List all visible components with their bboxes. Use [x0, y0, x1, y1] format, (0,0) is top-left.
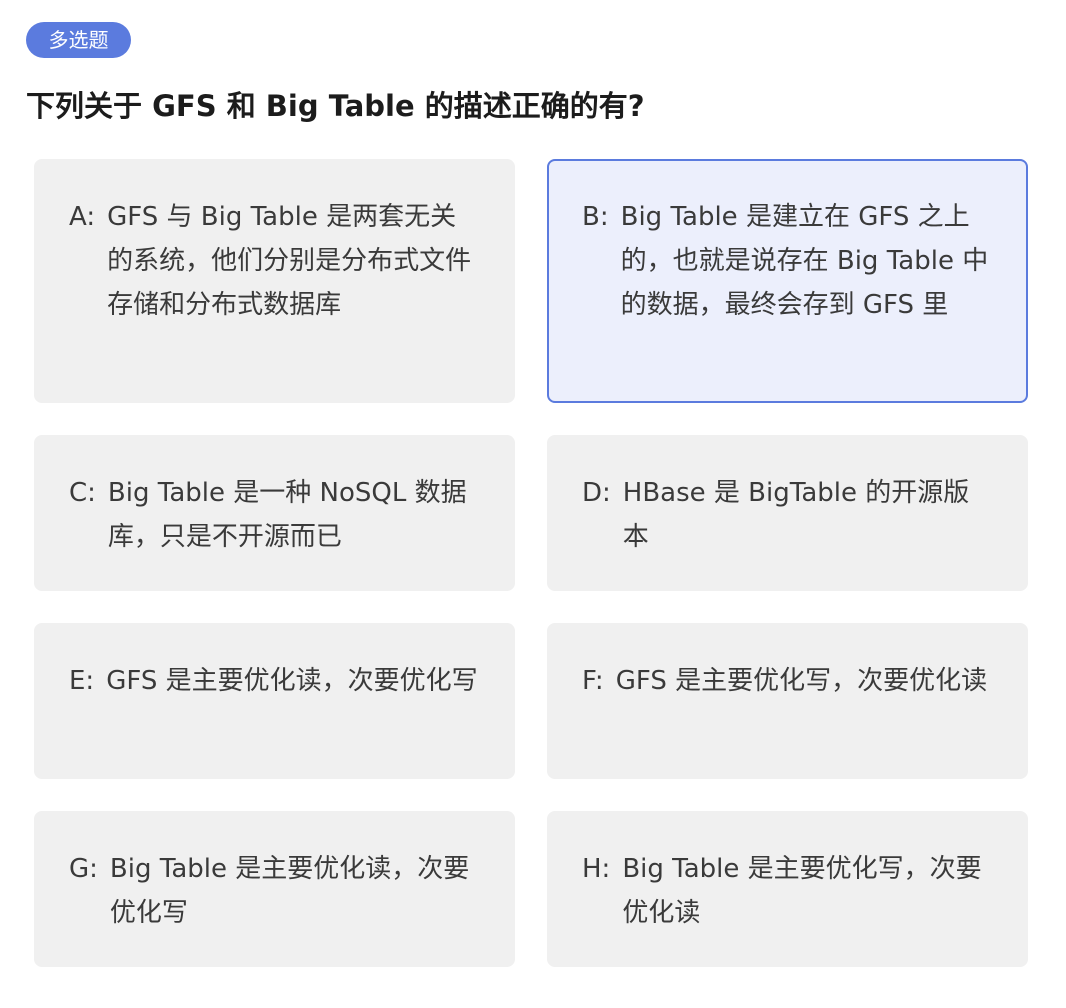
- option-f[interactable]: F: GFS 是主要优化写，次要优化读: [547, 623, 1028, 779]
- option-letter: D:: [582, 478, 611, 508]
- option-letter: C:: [69, 478, 96, 508]
- option-letter: H:: [582, 854, 611, 884]
- option-text: GFS 是主要优化读，次要优化写: [106, 666, 478, 696]
- option-a[interactable]: A: GFS 与 Big Table 是两套无关的系统，他们分别是分布式文件存储…: [34, 159, 515, 403]
- option-letter: B:: [582, 202, 609, 232]
- option-letter: E:: [69, 666, 95, 696]
- option-text: GFS 是主要优化写，次要优化读: [615, 666, 988, 696]
- option-text: Big Table 是一种 NoSQL 数据库，只是不开源而已: [107, 478, 467, 552]
- option-e[interactable]: E: GFS 是主要优化读，次要优化写: [34, 623, 515, 779]
- option-letter: F:: [582, 666, 604, 696]
- option-letter: A:: [69, 202, 96, 232]
- option-b[interactable]: B: Big Table 是建立在 GFS 之上的，也就是说存在 Big Tab…: [547, 159, 1028, 403]
- question-type-badge: 多选题: [26, 22, 131, 58]
- option-text: HBase 是 BigTable 的开源版本: [622, 478, 970, 552]
- option-g[interactable]: G: Big Table 是主要优化读，次要优化写: [34, 811, 515, 967]
- option-text: Big Table 是主要优化写，次要优化读: [622, 854, 982, 928]
- option-text: Big Table 是主要优化读，次要优化写: [109, 854, 470, 928]
- option-letter: G:: [69, 854, 98, 884]
- option-d[interactable]: D: HBase 是 BigTable 的开源版本: [547, 435, 1028, 591]
- option-c[interactable]: C: Big Table 是一种 NoSQL 数据库，只是不开源而已: [34, 435, 515, 591]
- option-h[interactable]: H: Big Table 是主要优化写，次要优化读: [547, 811, 1028, 967]
- option-text: Big Table 是建立在 GFS 之上的，也就是说存在 Big Table …: [620, 202, 989, 320]
- question-title: 下列关于 GFS 和 Big Table 的描述正确的有?: [26, 89, 645, 123]
- option-text: GFS 与 Big Table 是两套无关的系统，他们分别是分布式文件存储和分布…: [107, 202, 472, 320]
